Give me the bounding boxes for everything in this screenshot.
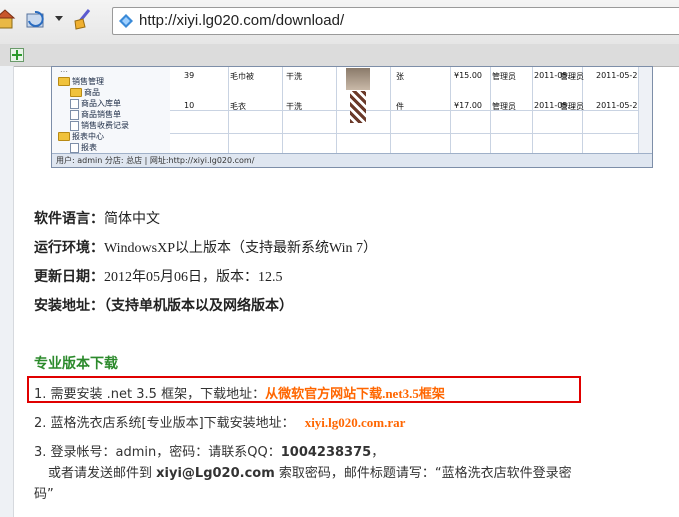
software-screenshot: … 销售管理 商品 商品入库单 商品销售单 销售收费记录 报表中心 报表 39 …: [51, 66, 653, 168]
section-title: 专业版本下载: [34, 356, 118, 372]
address-url[interactable]: http://xiyi.lg020.com/download/: [139, 12, 344, 29]
table-row: 10 毛衣 干洗 件 ¥17.00 管理员 2011-05... 管理员 201…: [170, 89, 643, 134]
tree-item-fee-record: 销售收费记录: [70, 120, 129, 131]
browser-toolbar: http://xiyi.lg020.com/download/: [0, 0, 679, 45]
download-item-3-line-2: 或者请发送邮件到 xiyi@Lg020.com 索取密码，邮件标题请写：“蓝格洗…: [48, 466, 572, 481]
home-icon[interactable]: [0, 6, 18, 32]
tree-item-report: 报表: [70, 142, 97, 153]
status-bar: 用户: admin 分店: 总店 | 网址:http://xiyi.lg020.…: [52, 153, 652, 167]
dropdown-arrow-icon[interactable]: [52, 6, 66, 32]
menu-tree: … 销售管理 商品 商品入库单 商品销售单 销售收费记录 报表中心 报表: [52, 67, 171, 153]
download-item-1: 1. 需要安装 .net 3.5 框架，下载地址：从微软官方网站下载.net3.…: [34, 386, 445, 402]
address-bar[interactable]: http://xiyi.lg020.com/download/: [112, 7, 679, 35]
tab-bar: [0, 44, 679, 67]
goods-table: 39 毛巾被 干洗 张 ¥15.00 管理员 2011-05... 管理员 20…: [170, 67, 652, 153]
side-margin: [0, 66, 14, 517]
runtime-environment: 运行环境：WindowsXP以上版本（支持最新系统Win 7）: [34, 240, 378, 256]
product-thumbnail: [350, 91, 366, 123]
product-thumbnail: [346, 68, 370, 90]
tree-item-sales: 销售管理: [58, 76, 104, 87]
site-favicon-icon: [119, 13, 133, 32]
tree-item-stock-in: 商品入库单: [70, 98, 121, 109]
tree-item-report-center: 报表中心: [58, 131, 104, 142]
tree-item-hidden: …: [60, 66, 68, 74]
email-link[interactable]: xiyi@Lg020.com: [156, 466, 275, 481]
software-language: 软件语言：简体中文: [34, 211, 160, 227]
table-scrollbar[interactable]: [638, 67, 652, 153]
download-item-3: 3. 登录帐号：admin，密码：请联系QQ：1004238375，: [34, 445, 385, 460]
download-item-3-line-3: 码”: [34, 487, 54, 502]
tree-item-sales-order: 商品销售单: [70, 109, 121, 120]
rar-download-link[interactable]: xiyi.lg020.com.rar: [305, 415, 406, 430]
new-tab-icon[interactable]: [10, 47, 24, 62]
dotnet-download-link[interactable]: 从微软官方网站下载.net3.5框架: [265, 386, 445, 401]
clean-broom-icon[interactable]: [70, 6, 96, 32]
update-date: 更新日期：2012年05月06日，版本：12.5: [34, 269, 283, 285]
refresh-folder-icon[interactable]: [24, 6, 50, 32]
download-item-2: 2. 蓝格洗衣店系统[专业版本]下载安装地址： xiyi.lg020.com.ra…: [34, 415, 406, 431]
install-address: 安装地址：（支持单机版本以及网络版本）: [34, 298, 293, 314]
tree-item-goods: 商品: [70, 87, 100, 98]
